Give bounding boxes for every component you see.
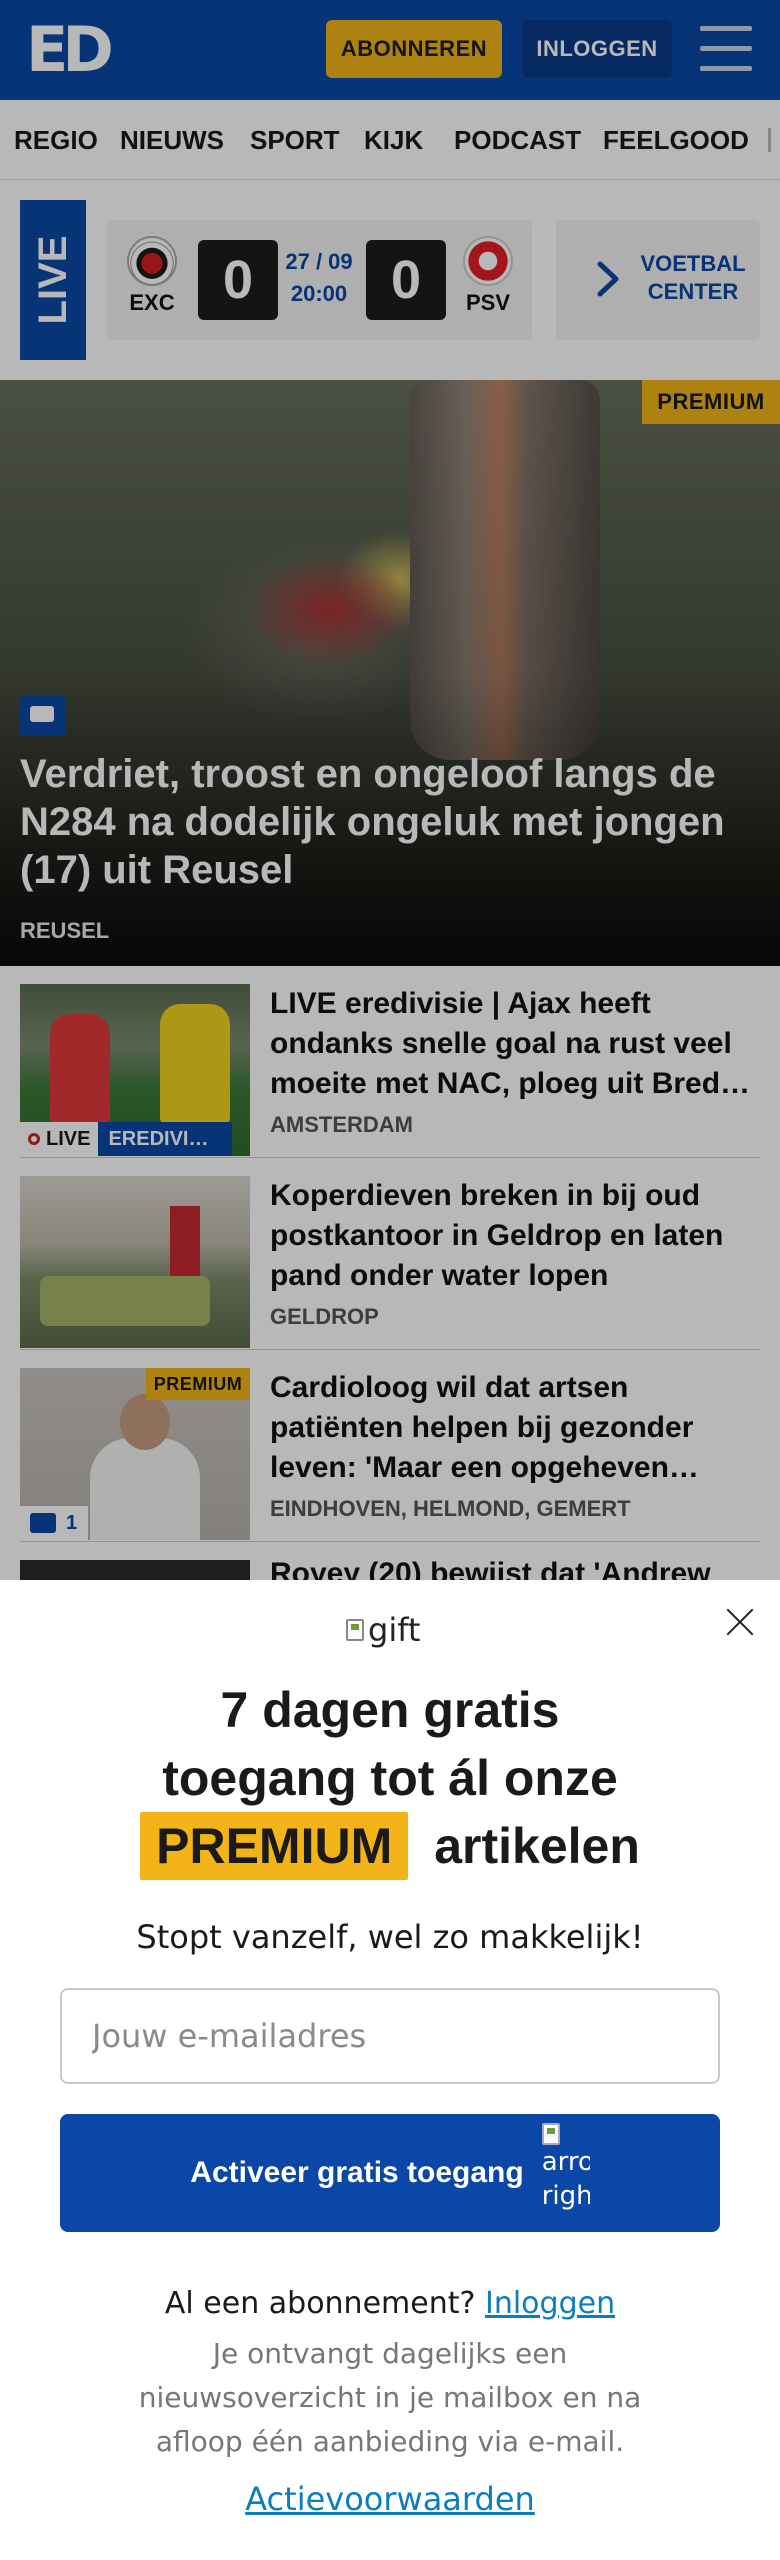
terms-link[interactable]: Actievoorwaarden	[0, 2480, 780, 2518]
premium-trial-modal: gift 7 dagen gratis toegang tot ál onze …	[0, 1580, 780, 2560]
gift-alt-text: gift	[368, 1611, 421, 1649]
already-subscribed: Al een abonnement? Inloggen	[0, 2286, 780, 2321]
arrow-alt-text-2: righ	[541, 2181, 590, 2211]
headline-line-1: 7 dagen gratis	[220, 1682, 560, 1738]
close-icon[interactable]	[722, 1604, 758, 1640]
arrow-right-icon: arro righ	[541, 2123, 590, 2223]
info-text: Je ontvangt dagelijks een nieuwsoverzich…	[138, 2337, 642, 2458]
login-link[interactable]: Inloggen	[485, 2286, 615, 2321]
email-field[interactable]	[60, 1988, 720, 2084]
headline-line-3: PREMIUM artikelen	[0, 1812, 780, 1880]
already-text: Al een abonnement?	[164, 2286, 476, 2321]
gift-icon: gift	[346, 1610, 420, 1650]
arrow-alt-text-1: arro	[541, 2147, 590, 2177]
modal-backdrop[interactable]	[0, 0, 780, 1580]
headline-word: artikelen	[434, 1818, 640, 1874]
activate-button-label: Activeer gratis toegang	[190, 2156, 524, 2189]
activate-button[interactable]: Activeer gratis toegang arro righ	[60, 2114, 720, 2232]
premium-highlight: PREMIUM	[140, 1812, 409, 1880]
modal-subtitle: Stopt vanzelf, wel zo makkelijk!	[136, 1918, 644, 1956]
modal-headline: 7 dagen gratis toegang tot ál onze	[0, 1676, 780, 1812]
headline-line-2: toegang tot ál onze	[162, 1750, 618, 1806]
